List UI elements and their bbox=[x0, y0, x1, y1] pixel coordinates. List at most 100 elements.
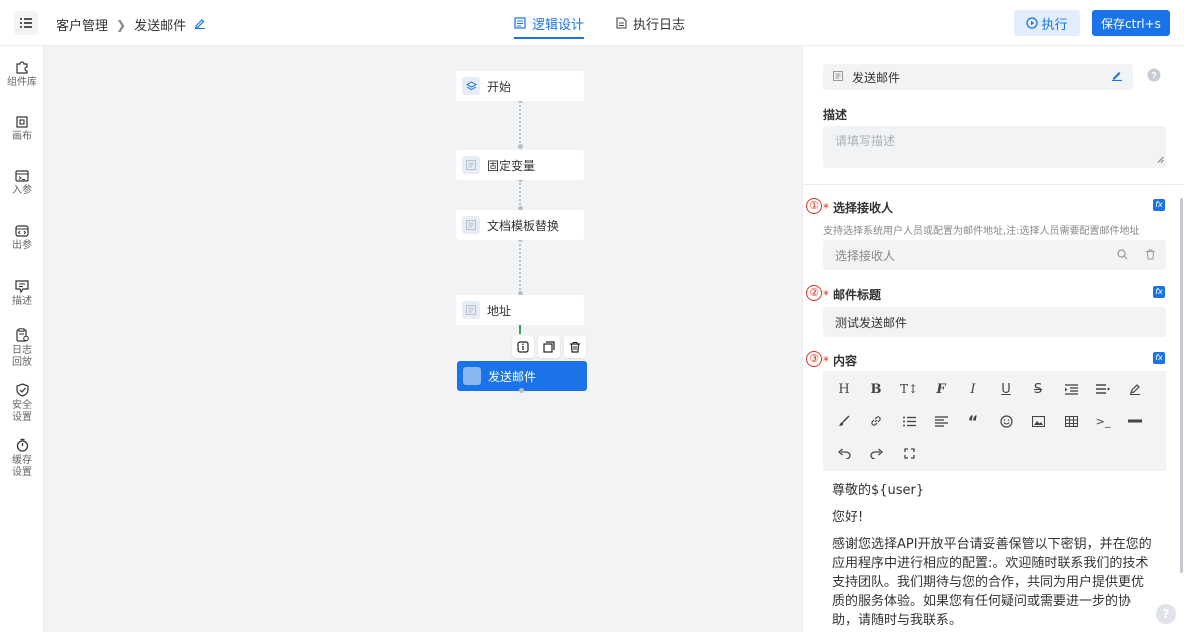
editor-paragraph: 尊敬的${user} bbox=[832, 483, 925, 498]
form-icon bbox=[833, 70, 843, 84]
sidebar-item-cache[interactable]: 缓存设置 bbox=[0, 438, 44, 479]
menu-toggle-button[interactable] bbox=[14, 11, 38, 35]
bold-icon[interactable]: B bbox=[866, 379, 886, 399]
edit-name-icon[interactable] bbox=[194, 17, 206, 33]
subject-label: * 邮件标题 bbox=[823, 288, 882, 302]
node-toolbar bbox=[512, 336, 590, 358]
tab-logic-design[interactable]: 逻辑设计 bbox=[514, 0, 585, 46]
strikethrough-icon[interactable]: S bbox=[1028, 379, 1048, 399]
sidebar-item-label: 缓存设置 bbox=[12, 455, 32, 478]
horizontal-rule-icon[interactable] bbox=[1125, 411, 1145, 431]
design-icon bbox=[514, 17, 526, 29]
node-label: 地址 bbox=[487, 303, 512, 318]
recipients-hint: 支持选择系统用户人员或配置为邮件地址,注:选择人员需要配置邮件地址 bbox=[823, 226, 1140, 237]
properties-panel: 发送邮件 ? 描述 请填写描述 ① * 选择接收人 fx 支持选择系统用户人员或配… bbox=[802, 46, 1184, 632]
sidebar-item-canvas[interactable]: 画布 bbox=[0, 116, 44, 143]
flow-node-address[interactable]: 地址 bbox=[456, 295, 584, 325]
fx-icon[interactable]: fx bbox=[1153, 199, 1165, 211]
sidebar-item-output-params[interactable]: 出参 bbox=[0, 225, 44, 252]
connector-dot bbox=[518, 144, 523, 149]
output-param-icon bbox=[15, 225, 29, 237]
flow-node-send-email[interactable]: 发送邮件 bbox=[457, 361, 587, 391]
description-label: 描述 bbox=[823, 108, 848, 122]
step-marker: ① bbox=[806, 198, 822, 214]
edit-icon[interactable] bbox=[1111, 69, 1123, 84]
flow-node-start[interactable]: 开始 bbox=[456, 71, 584, 101]
node-label: 发送邮件 bbox=[488, 369, 537, 384]
form-icon bbox=[462, 216, 480, 234]
tab-label: 逻辑设计 bbox=[532, 17, 585, 33]
recipients-input[interactable]: 选择接收人 bbox=[823, 240, 1166, 270]
subject-value: 测试发送邮件 bbox=[835, 315, 908, 330]
flow-node-doc-template[interactable]: 文档模板替换 bbox=[456, 210, 584, 240]
sidebar-item-label: 入参 bbox=[12, 185, 32, 196]
form-icon bbox=[462, 301, 480, 319]
canvas-icon bbox=[16, 116, 28, 128]
node-label: 开始 bbox=[487, 79, 512, 94]
sidebar-item-label: 组件库 bbox=[7, 77, 37, 88]
tab-execution-log[interactable]: 执行日志 bbox=[616, 0, 685, 46]
resize-handle-icon[interactable] bbox=[1157, 152, 1164, 166]
sidebar-item-components[interactable]: 组件库 bbox=[0, 60, 44, 89]
shield-icon bbox=[15, 383, 29, 397]
sidebar-item-label: 日志回放 bbox=[12, 345, 32, 368]
editor-paragraph: 您好! bbox=[832, 510, 864, 525]
code-icon[interactable]: >_ bbox=[1093, 411, 1113, 431]
copy-icon[interactable] bbox=[538, 336, 560, 358]
redo-icon[interactable] bbox=[866, 443, 886, 463]
node-label: 固定变量 bbox=[487, 158, 536, 173]
info-icon[interactable] bbox=[512, 336, 534, 358]
align-left-icon[interactable] bbox=[931, 411, 951, 431]
help-icon[interactable]: ? bbox=[1147, 68, 1161, 85]
scrollbar[interactable] bbox=[1180, 198, 1183, 573]
help-float-icon[interactable]: ? bbox=[1156, 604, 1176, 624]
tab-label: 执行日志 bbox=[633, 17, 686, 33]
description-placeholder: 请填写描述 bbox=[835, 134, 896, 148]
trash-icon[interactable] bbox=[564, 336, 586, 358]
save-button[interactable]: 保存ctrl+s bbox=[1092, 10, 1170, 36]
sidebar-item-security[interactable]: 安全设置 bbox=[0, 383, 44, 424]
play-circle-icon bbox=[1026, 17, 1039, 29]
mail-icon bbox=[463, 367, 481, 385]
heading-icon[interactable]: H bbox=[834, 379, 854, 399]
trash-icon[interactable] bbox=[1145, 249, 1156, 263]
rich-text-editor[interactable]: 尊敬的${user} 您好! 感谢您选择API开放平台请妥善保管以下密钥，并在您… bbox=[823, 471, 1166, 632]
table-icon[interactable] bbox=[1061, 411, 1081, 431]
divider bbox=[803, 184, 1184, 185]
emoji-icon[interactable] bbox=[996, 411, 1016, 431]
breadcrumb-item-parent[interactable]: 客户管理 bbox=[56, 15, 108, 34]
fx-icon[interactable]: fx bbox=[1153, 352, 1165, 364]
link-icon[interactable] bbox=[866, 411, 886, 431]
flow-canvas[interactable]: 开始 固定变量 文档模板替换 地址 发送邮件 bbox=[45, 46, 801, 632]
breadcrumb-item-current: 发送邮件 bbox=[134, 19, 187, 34]
underline-icon[interactable]: U bbox=[996, 379, 1016, 399]
image-icon[interactable] bbox=[1028, 411, 1048, 431]
italic-icon[interactable]: I bbox=[963, 379, 983, 399]
sidebar-item-log-replay[interactable]: 日志回放 bbox=[0, 328, 44, 369]
line-height-icon[interactable] bbox=[1093, 379, 1113, 399]
connector bbox=[519, 179, 521, 209]
description-textarea[interactable]: 请填写描述 bbox=[823, 126, 1166, 168]
brush-icon[interactable] bbox=[834, 411, 854, 431]
editor-toolbar: H B T↕ F I U S “ >_ bbox=[823, 371, 1166, 471]
text-size-icon[interactable]: T↕ bbox=[899, 379, 919, 399]
fx-icon[interactable]: fx bbox=[1153, 286, 1165, 298]
sidebar-item-label: 描述 bbox=[12, 296, 32, 307]
subject-input[interactable]: 测试发送邮件 bbox=[823, 307, 1166, 337]
fullscreen-icon[interactable] bbox=[899, 443, 919, 463]
undo-icon[interactable] bbox=[834, 443, 854, 463]
list-icon bbox=[20, 18, 32, 28]
bullet-list-icon[interactable] bbox=[899, 411, 919, 431]
highlighter-icon[interactable] bbox=[1125, 379, 1145, 399]
puzzle-icon bbox=[16, 61, 28, 74]
sidebar-item-description[interactable]: 描述 bbox=[0, 280, 44, 308]
font-icon[interactable]: F bbox=[931, 379, 951, 399]
quote-icon[interactable]: “ bbox=[963, 411, 983, 431]
search-icon[interactable] bbox=[1117, 249, 1128, 263]
node-name-field[interactable]: 发送邮件 bbox=[823, 64, 1133, 90]
sidebar-item-input-params[interactable]: 入参 bbox=[0, 170, 44, 197]
left-sidebar: 组件库 画布 入参 出参 描述 日志回放 安全设置 缓存设置 bbox=[0, 46, 44, 632]
indent-icon[interactable] bbox=[1061, 379, 1081, 399]
flow-node-fixed-variable[interactable]: 固定变量 bbox=[456, 150, 584, 180]
run-button[interactable]: 执行 bbox=[1014, 10, 1080, 36]
